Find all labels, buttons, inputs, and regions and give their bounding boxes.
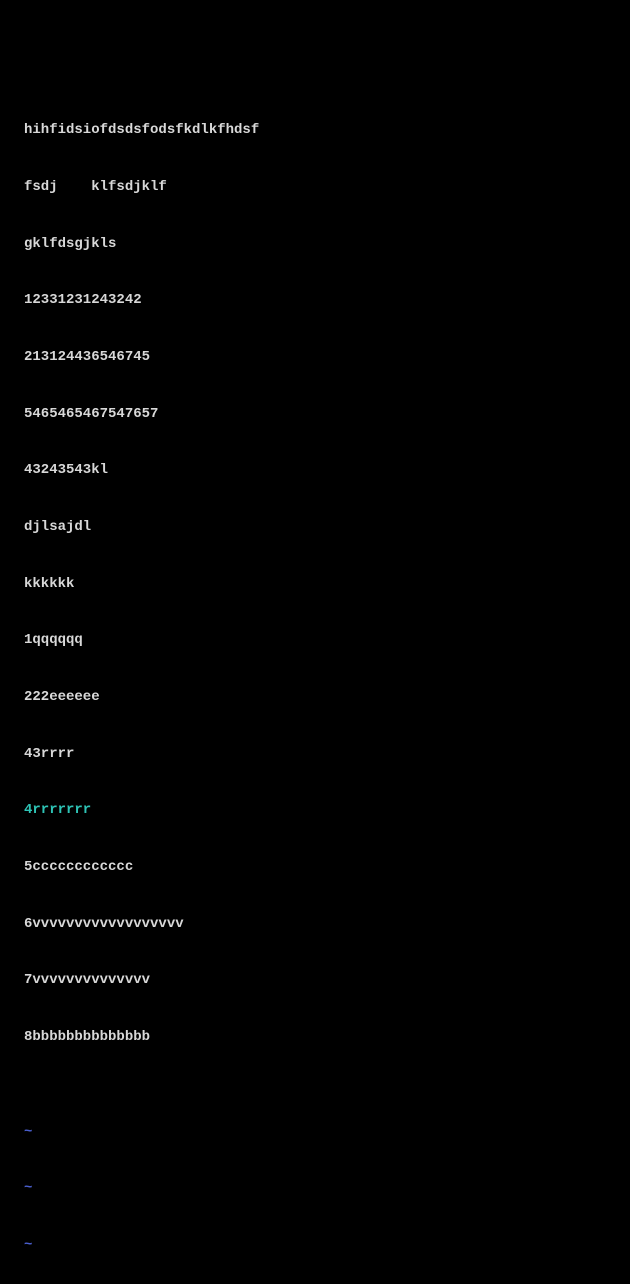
buffer-line[interactable]: 43243543kl [24, 461, 630, 480]
vim-editor[interactable]: hihfidsiofdsdsfodsfkdlkfhdsf fsdj klfsdj… [24, 84, 630, 718]
buffer-line[interactable]: 8bbbbbbbbbbbbbb [24, 1028, 630, 1047]
buffer-line[interactable]: djlsajdl [24, 518, 630, 537]
buffer-line[interactable]: 5465465467547657 [24, 405, 630, 424]
buffer-line[interactable]: 213124436546745 [24, 348, 630, 367]
buffer-line[interactable]: 222eeeeee [24, 688, 630, 707]
buffer-line[interactable]: 12331231243242 [24, 291, 630, 310]
buffer-line[interactable]: gklfdsgjkls [24, 235, 630, 254]
tilde-marker: ~ [24, 1179, 630, 1198]
empty-lines: ~ ~ ~ ~ ~ ~ ~ ~ ~ ~ ~ ~ ~ ~ ~ ~ ~ [24, 1085, 630, 1284]
buffer-line[interactable]: kkkkkk [24, 575, 630, 594]
buffer-line[interactable]: hihfidsiofdsdsfodsfkdlkfhdsf [24, 121, 630, 140]
buffer-line[interactable]: fsdj klfsdjklf [24, 178, 630, 197]
buffer-line[interactable]: 1qqqqqq [24, 631, 630, 650]
buffer-line[interactable]: 5cccccccccccc [24, 858, 630, 877]
cursor-line[interactable]: 4rrrrrrr [24, 801, 630, 820]
tilde-marker: ~ [24, 1123, 630, 1142]
text-buffer[interactable]: hihfidsiofdsdsfodsfkdlkfhdsf fsdj klfsdj… [24, 84, 630, 1085]
tilde-marker: ~ [24, 1236, 630, 1255]
buffer-line[interactable]: 6vvvvvvvvvvvvvvvvvv [24, 915, 630, 934]
buffer-line[interactable]: 43rrrr [24, 745, 630, 764]
buffer-line[interactable]: 7vvvvvvvvvvvvvv [24, 971, 630, 990]
